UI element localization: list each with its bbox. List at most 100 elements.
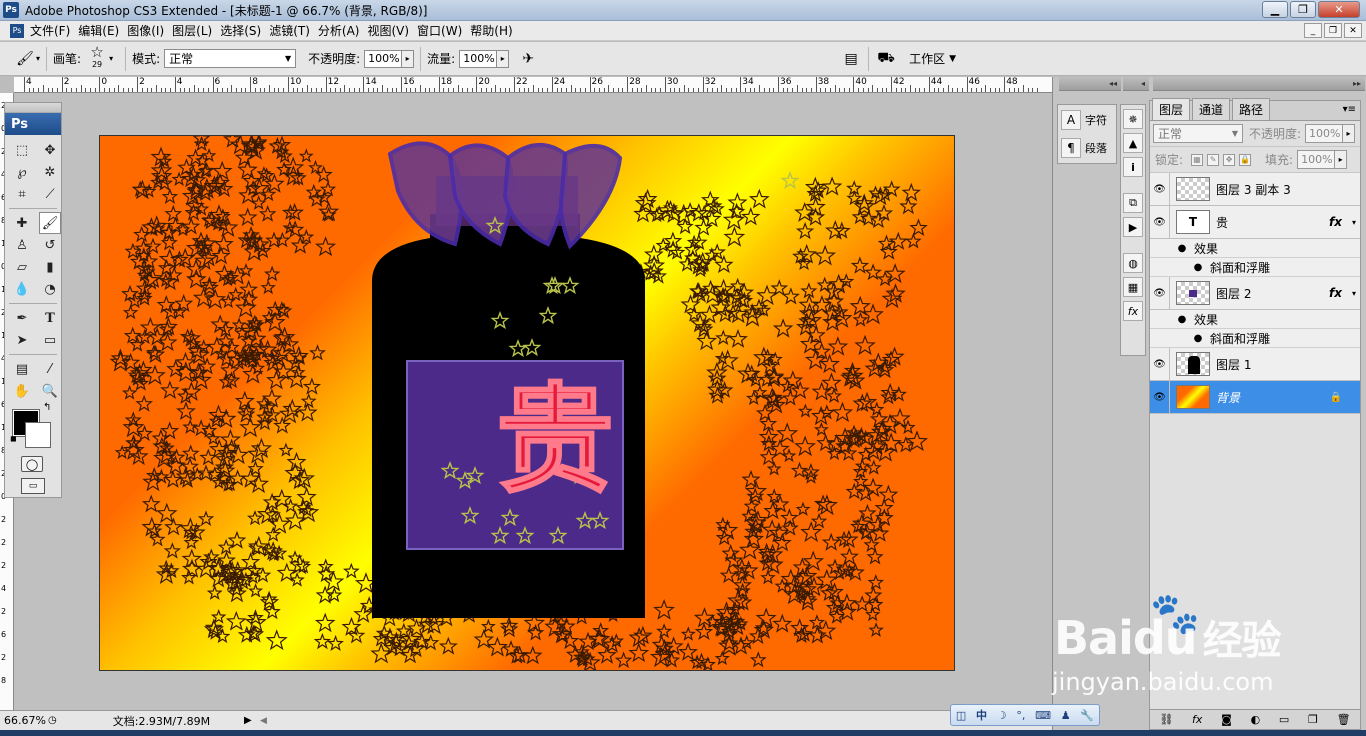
menu-select[interactable]: 选择(S)	[220, 22, 269, 39]
ime-user-icon[interactable]: ♟	[1061, 709, 1071, 722]
minimize-button[interactable]: ▁	[1262, 1, 1288, 18]
palette-well-icon[interactable]: ▤	[840, 48, 862, 70]
fx-icon[interactable]: fx	[1123, 301, 1143, 321]
type-icon[interactable]: T	[39, 307, 61, 329]
screen-mode-button[interactable]: ▭	[21, 478, 45, 494]
blend-mode-select[interactable]: 正常 ▼	[1153, 124, 1243, 143]
flow-slider-arrow-icon[interactable]: ▸	[497, 49, 510, 68]
ime-moon-icon[interactable]: ☽	[997, 709, 1007, 722]
eye-icon[interactable]: 👁	[1150, 380, 1170, 414]
zoom-icon[interactable]: 🔍	[39, 380, 61, 402]
ime-logo-icon[interactable]: ◫	[956, 709, 966, 722]
eraser-icon[interactable]: ▱	[11, 256, 33, 278]
layer-name[interactable]: 背景	[1216, 389, 1240, 406]
lock-all-icon[interactable]: 🔒	[1239, 153, 1252, 166]
link-layers-icon[interactable]: ⛓	[1159, 713, 1173, 726]
zoom-level[interactable]: 66.67%	[0, 714, 48, 727]
menu-view[interactable]: 视图(V)	[367, 22, 417, 39]
marquee-icon[interactable]: ⬚	[11, 139, 33, 161]
hand-icon[interactable]: ✋	[11, 380, 33, 402]
menu-edit[interactable]: 编辑(E)	[78, 22, 127, 39]
layer-name[interactable]: 贵	[1216, 214, 1228, 231]
lock-position-icon[interactable]: ✥	[1223, 153, 1236, 166]
layer-opacity-input[interactable]: 100%	[1305, 124, 1344, 143]
effect-eye-icon[interactable]: ●	[1190, 333, 1206, 344]
eyedropper-icon[interactable]: ⁄	[39, 358, 61, 380]
brush-icon[interactable]: 🖌	[39, 212, 61, 234]
effects-row[interactable]: ● 效果	[1150, 239, 1360, 258]
effect-item-row[interactable]: ● 斜面和浮雕	[1150, 329, 1360, 348]
layer-row[interactable]: 👁 图层 2 fx ▾	[1150, 276, 1360, 310]
doc-close-button[interactable]: ✕	[1344, 23, 1362, 38]
layer-name[interactable]: 图层 3 副本 3	[1216, 181, 1291, 198]
magic-wand-icon[interactable]: ✲	[39, 161, 61, 183]
layer-row[interactable]: 👁 图层 3 副本 3	[1150, 172, 1360, 206]
add-style-icon[interactable]: fx	[1192, 713, 1202, 726]
layer-name[interactable]: 图层 1	[1216, 356, 1251, 373]
opacity-input[interactable]: 100%	[364, 49, 403, 68]
workspace-button[interactable]: 工作区	[909, 50, 945, 67]
move-icon[interactable]: ✥	[39, 139, 61, 161]
brush-picker[interactable]: ☆ 29	[85, 44, 109, 74]
styles-icon[interactable]: ▦	[1123, 277, 1143, 297]
fill-input[interactable]: 100%	[1297, 150, 1336, 169]
scroll-left-icon[interactable]: ◀	[260, 716, 267, 726]
default-colors-icon[interactable]: ◼	[10, 434, 17, 443]
bridge-icon[interactable]: ⛟	[875, 48, 897, 70]
effect-eye-icon[interactable]: ●	[1190, 262, 1206, 273]
fx-badge-icon[interactable]: fx	[1329, 215, 1342, 229]
doc-restore-button[interactable]: ❐	[1324, 23, 1342, 38]
expand-effects-icon[interactable]: ▾	[1352, 289, 1356, 298]
workspace-arrow-icon[interactable]: ▼	[949, 54, 956, 64]
opacity-slider-arrow-icon[interactable]: ▸	[402, 49, 415, 68]
ime-mode-toggle[interactable]: 中	[976, 707, 987, 723]
trash-icon[interactable]: 🗑	[1337, 713, 1351, 726]
fill-arrow-icon[interactable]: ▸	[1335, 150, 1348, 169]
menu-analysis[interactable]: 分析(A)	[318, 22, 368, 39]
crop-icon[interactable]: ⌗	[11, 183, 33, 205]
lock-transparency-icon[interactable]: ▦	[1191, 153, 1204, 166]
document-canvas[interactable]: 贵	[99, 135, 955, 671]
dodge-icon[interactable]: ◔	[39, 278, 61, 300]
flow-input[interactable]: 100%	[459, 49, 498, 68]
paragraph-panel-button[interactable]: ¶ 段落	[1058, 135, 1116, 161]
ime-punct-icon[interactable]: °,	[1016, 709, 1025, 722]
eye-icon[interactable]: 👁	[1150, 347, 1170, 381]
histogram-icon[interactable]: ▲	[1123, 133, 1143, 153]
panel-menu-icon[interactable]: ▾≡	[1343, 104, 1356, 115]
gradient-icon[interactable]: ▮	[39, 256, 61, 278]
status-menu-arrow-icon[interactable]: ▶	[244, 715, 252, 726]
tab-layers[interactable]: 图层	[1152, 98, 1191, 120]
menu-filter[interactable]: 滤镜(T)	[269, 22, 318, 39]
close-button[interactable]: ✕	[1318, 1, 1360, 18]
fx-badge-icon[interactable]: fx	[1329, 286, 1342, 300]
document-icon[interactable]: Ps	[10, 23, 24, 38]
info-icon[interactable]: i	[1123, 157, 1143, 177]
brush-picker-arrow-icon[interactable]: ▾	[109, 54, 113, 63]
horizontal-ruler[interactable]: 4 2 0 2 4 6 8 10 12 14 16 18 20 22 24 26 28 30 32 34 36 38 40 4…	[14, 77, 1052, 93]
maximize-button[interactable]: ❐	[1290, 1, 1316, 18]
new-layer-icon[interactable]: ❐	[1308, 713, 1318, 726]
menu-file[interactable]: 文件(F)	[30, 22, 78, 39]
effect-item-row[interactable]: ● 斜面和浮雕	[1150, 258, 1360, 277]
shape-icon[interactable]: ▭	[39, 329, 61, 351]
add-mask-icon[interactable]: ◙	[1221, 713, 1232, 726]
doc-minimize-button[interactable]: _	[1304, 23, 1322, 38]
notes-icon[interactable]: ▤	[11, 358, 33, 380]
swatches-icon[interactable]: ◍	[1123, 253, 1143, 273]
adjustment-layer-icon[interactable]: ◐	[1251, 713, 1261, 726]
dock-header-mid[interactable]: ◂	[1123, 77, 1149, 91]
tab-paths[interactable]: 路径	[1232, 98, 1271, 120]
history-icon[interactable]: ⧉	[1123, 193, 1143, 213]
pen-icon[interactable]: ✒	[11, 307, 33, 329]
layer-opacity-arrow-icon[interactable]: ▸	[1343, 124, 1356, 143]
quick-mask-button[interactable]: ◯	[21, 456, 43, 472]
tab-channels[interactable]: 通道	[1192, 98, 1231, 120]
ime-keyboard-icon[interactable]: ⌨	[1035, 709, 1051, 722]
dock-header-right[interactable]: ▸▸	[1153, 77, 1365, 91]
new-group-icon[interactable]: ▭	[1279, 713, 1289, 726]
eye-icon[interactable]: 👁	[1150, 276, 1170, 310]
effects-eye-icon[interactable]: ●	[1174, 314, 1190, 325]
preset-arrow-icon[interactable]: ▾	[36, 54, 40, 63]
ime-tool-icon[interactable]: 🔧	[1080, 709, 1094, 722]
